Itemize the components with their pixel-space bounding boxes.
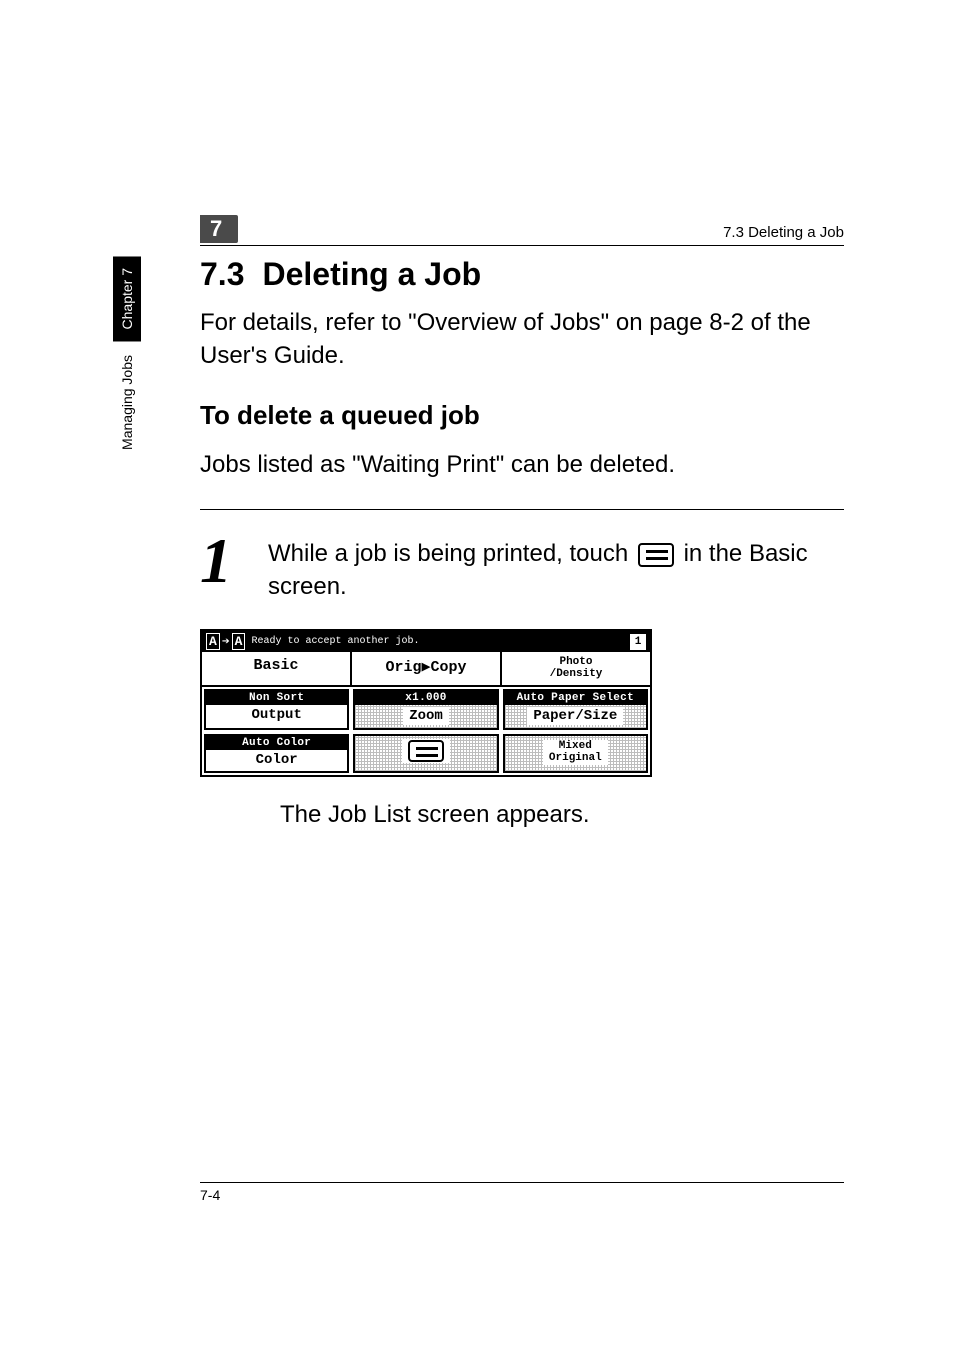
tab-photo-line1: Photo [504,657,648,669]
screen-row-2: Auto Color Color Mixed Original [202,732,650,775]
page-content: 7 7.3 Deleting a Job 7.3 Deleting a Job … [0,0,954,832]
section-title: Deleting a Job [262,256,481,293]
status-message: Ready to accept another job. [251,636,419,647]
subsection-intro: Jobs listed as "Waiting Print" can be de… [200,449,844,481]
joblist-icon [638,543,674,567]
page-footer: 7-4 [200,1182,844,1203]
section-intro: For details, refer to "Overview of Jobs"… [200,307,844,372]
cell-paper-label: Paper/Size [527,707,623,725]
page-header: 7 7.3 Deleting a Job [200,215,844,246]
chapter-badge: 7 [200,215,238,243]
subsection-heading: To delete a queued job [200,400,844,431]
page-number: 7-4 [200,1187,220,1203]
cell-color-top: Auto Color [206,736,347,750]
section-number: 7.3 [200,256,244,293]
side-tabs: Chapter 7 Managing Jobs [113,256,141,456]
tab-photo-density[interactable]: Photo /Density [502,652,650,685]
cell-mixed-original[interactable]: Mixed Original [503,734,648,773]
cell-output-top: Non Sort [206,691,347,705]
cell-zoom[interactable]: x1.000 Zoom [353,689,498,730]
status-bar: A ➔ A Ready to accept another job. 1 [202,631,650,652]
mixed-line2: Original [549,752,602,764]
status-a-right: A [232,633,246,650]
screen-row-1: Non Sort Output x1.000 Zoom Auto Paper S… [202,687,650,732]
status-mode: A ➔ A [206,633,245,650]
tab-basic[interactable]: Basic [202,652,352,685]
chapter-tab: Chapter 7 [113,256,141,341]
mixed-line1: Mixed [559,740,592,752]
step-1: 1 While a job is being printed, touch in… [200,509,844,603]
step-instruction: While a job is being printed, touch in t… [268,532,844,603]
joblist-button-icon [408,740,444,762]
step-number: 1 [200,532,248,590]
arrow-icon: ➔ [222,634,230,649]
cell-color-label: Color [256,752,298,768]
status-a-left: A [206,633,220,650]
tab-origcopy[interactable]: Orig▶Copy [352,652,502,685]
cell-zoom-label: Zoom [403,707,449,725]
cell-output[interactable]: Non Sort Output [204,689,349,730]
tab-photo-line2: /Density [504,669,648,681]
screen-tabs: Basic Orig▶Copy Photo /Density [202,652,650,687]
cell-paper-top: Auto Paper Select [505,691,646,705]
cell-joblist[interactable] [353,734,498,773]
cell-paper[interactable]: Auto Paper Select Paper/Size [503,689,648,730]
cell-color[interactable]: Auto Color Color [204,734,349,773]
step-result: The Job List screen appears. [280,799,844,831]
status-badge: 1 [630,634,646,650]
step-text-before: While a job is being printed, touch [268,540,635,567]
section-tab: Managing Jobs [119,349,135,456]
cell-output-label: Output [251,707,301,723]
running-head: 7.3 Deleting a Job [723,224,844,243]
cell-zoom-value: x1.000 [355,691,496,705]
device-screen: A ➔ A Ready to accept another job. 1 Bas… [200,629,652,777]
section-heading: 7.3 Deleting a Job [200,256,844,293]
